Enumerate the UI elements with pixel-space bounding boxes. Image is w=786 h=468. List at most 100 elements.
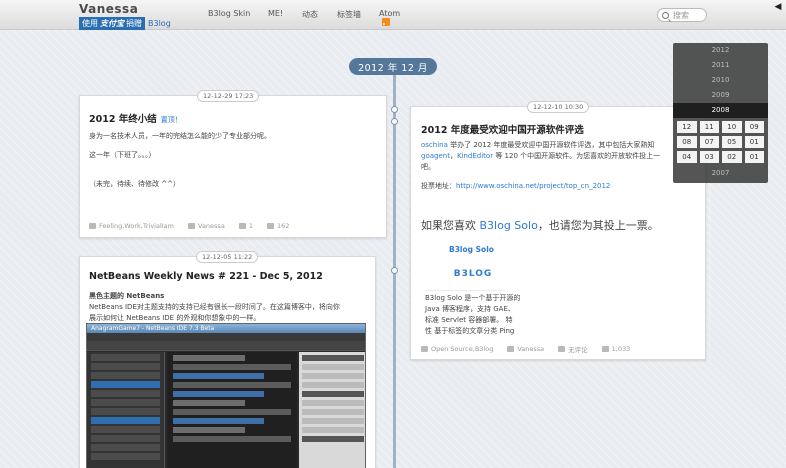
donate-brand: B3log <box>148 19 171 28</box>
archive-month[interactable]: 02 <box>722 151 742 163</box>
link-kindeditor[interactable]: KindEditor <box>457 152 493 160</box>
archive-month[interactable]: 10 <box>722 121 742 133</box>
comment-icon <box>558 346 566 352</box>
alipay-logo: 支付宝 <box>100 19 124 28</box>
intro-sep: ， <box>449 152 457 160</box>
excerpt-line: NetBeans IDE对主题支持的支持已经有很长一段时间了。在这篇博客中，将向… <box>89 303 340 311</box>
donate-use: 使用 <box>82 19 98 28</box>
archive-panel: 2012 2011 2010 2009 2008 12 11 10 09 08 … <box>673 43 768 183</box>
archive-month[interactable]: 05 <box>722 136 742 148</box>
timeline-dot <box>391 106 398 113</box>
timeline-dot <box>391 118 398 125</box>
product-box: B3log Solo B3LOG <box>425 241 505 291</box>
brand: Vanessa 使用 支付宝 捐赠 B3log <box>79 2 171 30</box>
archive-month[interactable]: 03 <box>699 151 719 163</box>
tag-icon <box>421 346 428 352</box>
intro-line: oschina 举办了 2012 年度最受欢迎中国开源软件评选，其中包括大家熟知 <box>421 140 703 151</box>
screenshot-code <box>167 352 297 468</box>
callout: 如果您喜欢 B3log Solo，也请您为其投上一票。 <box>421 217 659 233</box>
archive-month[interactable]: 08 <box>677 136 697 148</box>
view-icon <box>266 223 274 229</box>
callout-pre: 如果您喜欢 <box>421 219 480 232</box>
rss-icon <box>382 18 390 26</box>
screenshot-properties <box>299 352 365 468</box>
archive-months: 12 11 10 09 08 07 05 01 04 03 02 01 <box>673 118 768 166</box>
collapse-arrow-icon[interactable]: ◀ <box>771 2 785 14</box>
nav-b3log-skin[interactable]: B3log Skin <box>208 9 268 27</box>
post-subheading: 黑色主题的 NetBeans <box>89 292 165 300</box>
archive-year[interactable]: 2011 <box>673 58 768 73</box>
search-icon <box>662 11 669 19</box>
product-name[interactable]: B3log Solo <box>449 245 505 254</box>
post-title[interactable]: 2012 年度最受欢迎中国开源软件评选 <box>421 122 584 136</box>
month-label[interactable]: 2012 年 12 月 <box>349 58 437 75</box>
product-desc-line: 性 基于标签的文章分类 Ping <box>425 327 515 335</box>
post-date: 12-12-05 11:22 <box>196 251 259 263</box>
site-title[interactable]: Vanessa <box>79 2 171 16</box>
comment-icon <box>238 223 246 229</box>
pinned-badge: 置顶！ <box>160 116 182 124</box>
archive-year-active[interactable]: 2008 <box>673 103 768 118</box>
archive-month[interactable]: 01 <box>744 151 764 163</box>
archive-month[interactable]: 01 <box>744 136 764 148</box>
vote-line: 投票地址：http://www.oschina.net/project/top_… <box>421 181 703 192</box>
archive-month[interactable]: 04 <box>677 151 697 163</box>
archive-year[interactable]: 2007 <box>673 166 768 181</box>
excerpt-line: 身为一名技术人员，一年的完结怎么能的少了专业部分呢。 <box>89 132 271 140</box>
product-logo: B3LOG <box>445 262 501 286</box>
post-excerpt: oschina 举办了 2012 年度最受欢迎中国开源软件评选，其中包括大家熟知… <box>421 140 703 192</box>
callout-post: ，也请您为其投上一票。 <box>537 219 659 232</box>
vote-label: 投票地址： <box>421 182 456 190</box>
product-desc-line: 标准 Servlet 容器部署。 特 <box>425 316 513 324</box>
post-title[interactable]: 2012 年终小结 置顶！ <box>89 111 182 125</box>
post-views: 1,033 <box>611 345 631 353</box>
view-icon <box>601 346 609 352</box>
post-author[interactable]: Vanessa <box>517 345 544 353</box>
archive-month[interactable]: 12 <box>677 121 697 133</box>
intro-line: 吧。 <box>421 163 435 171</box>
post-meta: Feeling,Work,TrivialIam Vanessa 1 162 <box>89 222 289 230</box>
post-views: 162 <box>276 222 290 230</box>
ide-screenshot: AnagramGame7 - NetBeans IDE 7.3 Beta <box>86 323 366 468</box>
post-author[interactable]: Vanessa <box>198 222 225 230</box>
link-goagent[interactable]: goagent <box>421 152 450 160</box>
product-desc-line: B3log Solo 是一个基于开源的 <box>425 294 521 302</box>
post-comments[interactable]: 1 <box>249 222 253 230</box>
archive-month[interactable]: 07 <box>699 136 719 148</box>
post-card: 12-12-29 17:23 2012 年终小结 置顶！ 身为一名技术人员，一年的… <box>79 90 387 238</box>
archive-month[interactable]: 11 <box>699 121 719 133</box>
nav-me[interactable]: ME! <box>268 9 302 27</box>
donate-give: 捐赠 <box>126 19 142 28</box>
excerpt-line: （未完，待续、待修改 ^^） <box>89 180 180 188</box>
nav-atom-label: Atom <box>379 9 401 18</box>
search-input[interactable]: 搜索 <box>657 8 707 22</box>
search-placeholder: 搜索 <box>673 10 689 20</box>
nav-activity[interactable]: 动态 <box>302 9 337 27</box>
post-excerpt: 黑色主题的 NetBeans NetBeans IDE对主题支持的支持已经有很长… <box>89 291 373 324</box>
excerpt-line: 这一年（下班了。。。） <box>89 151 156 159</box>
archive-month[interactable]: 09 <box>744 121 764 133</box>
archive-year[interactable]: 2010 <box>673 73 768 88</box>
post-tags[interactable]: Open Source,B3log <box>431 345 493 353</box>
top-bar: Vanessa 使用 支付宝 捐赠 B3log B3log Skin ME! 动… <box>0 0 786 30</box>
nav-tag-wall[interactable]: 标签墙 <box>337 9 379 27</box>
post-title-text: 2012 年终小结 <box>89 114 157 125</box>
product-desc: B3log Solo 是一个基于开源的 Java 博客程序，支持 GAE、 标准… <box>425 293 565 337</box>
author-icon <box>188 223 195 229</box>
vote-url[interactable]: http://www.oschina.net/project/top_cn_20… <box>456 182 610 190</box>
nav-atom[interactable]: Atom <box>379 9 409 27</box>
tag-icon <box>89 223 96 229</box>
archive-year[interactable]: 2009 <box>673 88 768 103</box>
archive-year[interactable]: 2012 <box>673 43 768 58</box>
intro-text: 举办了 2012 年度最受欢迎中国开源软件评选，其中包括大家熟知 <box>447 141 655 149</box>
post-title[interactable]: NetBeans Weekly News # 221 - Dec 5, 2012 <box>89 271 323 282</box>
main-nav: B3log Skin ME! 动态 标签墙 Atom <box>208 9 409 27</box>
post-comments[interactable]: 无评论 <box>568 344 588 354</box>
post-date: 12-12-29 17:23 <box>197 90 260 102</box>
callout-link[interactable]: B3log Solo <box>480 219 538 232</box>
donate-banner[interactable]: 使用 支付宝 捐赠 B3log <box>79 17 171 30</box>
post-date: 12-12-10 10:30 <box>527 101 590 113</box>
post-tags[interactable]: Feeling,Work,TrivialIam <box>99 222 174 230</box>
link-oschina[interactable]: oschina <box>421 141 448 149</box>
screenshot-title: AnagramGame7 - NetBeans IDE 7.3 Beta <box>87 324 365 333</box>
